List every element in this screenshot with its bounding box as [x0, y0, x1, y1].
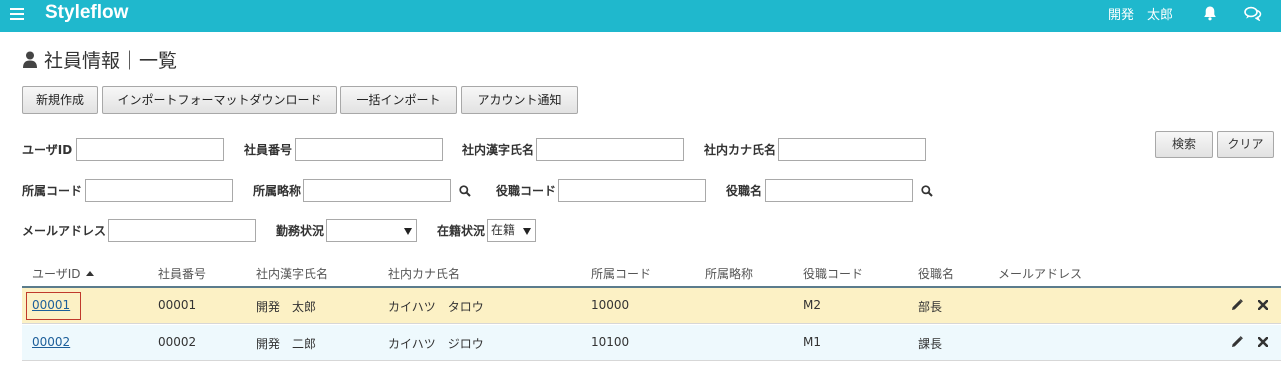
cell-position-name: 部長	[918, 300, 943, 314]
table-header: ユーザID 社員番号 社内漢字氏名 社内カナ氏名 所属コード 所属略称 役職コー…	[22, 258, 1281, 288]
kanji-name-label: 社内漢字氏名	[462, 143, 535, 157]
cell-kana-name: カイハツ タロウ	[388, 300, 484, 314]
pencil-icon[interactable]	[1231, 336, 1243, 348]
menu-icon[interactable]	[10, 6, 24, 20]
user-icon	[23, 51, 37, 68]
user-name[interactable]: 開発 太郎	[1108, 4, 1173, 23]
chat-icon[interactable]	[1244, 6, 1262, 21]
position-search-icon[interactable]	[921, 185, 933, 197]
position-code-label: 役職コード	[496, 184, 557, 198]
enrollment-value: 在籍	[491, 223, 516, 237]
column-header-position-code[interactable]: 役職コード	[803, 265, 863, 282]
cell-position-code: M1	[803, 335, 821, 349]
close-icon[interactable]	[1258, 337, 1268, 347]
email-input[interactable]	[108, 219, 256, 242]
cell-kana-name: カイハツ ジロウ	[388, 337, 484, 351]
pencil-icon[interactable]	[1231, 299, 1243, 311]
cell-dept-code: 10100	[591, 335, 630, 349]
kana-name-label: 社内カナ氏名	[704, 143, 777, 157]
download-format-button[interactable]: インポートフォーマットダウンロード	[102, 86, 337, 114]
work-status-label: 勤務状況	[276, 224, 325, 238]
column-header-position-name[interactable]: 役職名	[918, 265, 954, 282]
column-header-dept-abbr[interactable]: 所属略称	[705, 265, 753, 282]
position-code-input[interactable]	[558, 179, 706, 202]
position-name-label: 役職名	[726, 184, 763, 198]
cell-employee-no: 00001	[158, 298, 197, 312]
column-header-dept-code[interactable]: 所属コード	[591, 265, 651, 282]
page-title: 社員情報｜一覧	[22, 46, 177, 73]
enrollment-select[interactable]: 在籍	[487, 219, 536, 242]
user-id-link[interactable]: 00002	[32, 335, 70, 349]
user-id-label: ユーザID	[22, 143, 73, 157]
cell-dept-code: 10000	[591, 298, 630, 312]
column-header-label: ユーザID	[32, 267, 81, 281]
kanji-name-input[interactable]	[536, 138, 684, 161]
user-id-cell: 00002	[32, 335, 70, 349]
user-id-link-box[interactable]: 00001	[26, 292, 81, 320]
column-header-user-id[interactable]: ユーザID	[32, 265, 94, 282]
employee-no-input[interactable]	[295, 138, 443, 161]
search-button[interactable]: 検索	[1155, 131, 1213, 158]
cell-kanji-name: 開発 太郎	[256, 300, 317, 314]
top-navigation-bar: Styleflow 開発 太郎	[0, 0, 1281, 32]
cell-position-name: 課長	[918, 337, 943, 351]
table-row[interactable]: 00001 00001 開発 太郎 カイハツ タロウ 10000 M2 部長	[22, 288, 1281, 324]
column-header-email[interactable]: メールアドレス	[998, 265, 1082, 282]
user-id-input[interactable]	[76, 138, 224, 161]
user-id-link[interactable]: 00001	[32, 298, 70, 312]
table-row[interactable]: 00002 00002 開発 二郎 カイハツ ジロウ 10100 M1 課長	[22, 325, 1281, 361]
column-header-kana-name[interactable]: 社内カナ氏名	[388, 265, 460, 282]
bulk-import-button[interactable]: 一括インポート	[340, 86, 457, 114]
chevron-down-icon	[404, 228, 412, 235]
column-header-kanji-name[interactable]: 社内漢字氏名	[256, 265, 328, 282]
sort-ascending-icon	[85, 271, 94, 276]
dept-abbr-label: 所属略称	[253, 184, 302, 198]
chevron-down-icon	[523, 228, 531, 235]
cell-employee-no: 00002	[158, 335, 197, 349]
position-name-input[interactable]	[765, 179, 913, 202]
new-button[interactable]: 新規作成	[22, 86, 98, 114]
account-notify-button[interactable]: アカウント通知	[461, 86, 578, 114]
close-icon[interactable]	[1258, 300, 1268, 310]
bell-icon[interactable]	[1202, 5, 1218, 21]
dept-abbr-input[interactable]	[303, 179, 451, 202]
brand-logo[interactable]: Styleflow	[45, 2, 128, 24]
enrollment-label: 在籍状況	[437, 224, 486, 238]
cell-position-code: M2	[803, 298, 821, 312]
clear-button[interactable]: クリア	[1217, 131, 1274, 158]
cell-kanji-name: 開発 二郎	[256, 337, 317, 351]
kana-name-input[interactable]	[778, 138, 926, 161]
dept-search-icon[interactable]	[459, 185, 471, 197]
employee-no-label: 社員番号	[244, 143, 293, 157]
dept-code-label: 所属コード	[22, 184, 83, 198]
page-title-text: 社員情報｜一覧	[44, 50, 178, 72]
dept-code-input[interactable]	[85, 179, 233, 202]
email-label: メールアドレス	[22, 224, 107, 238]
work-status-select[interactable]	[326, 219, 417, 242]
column-header-employee-no[interactable]: 社員番号	[158, 265, 206, 282]
